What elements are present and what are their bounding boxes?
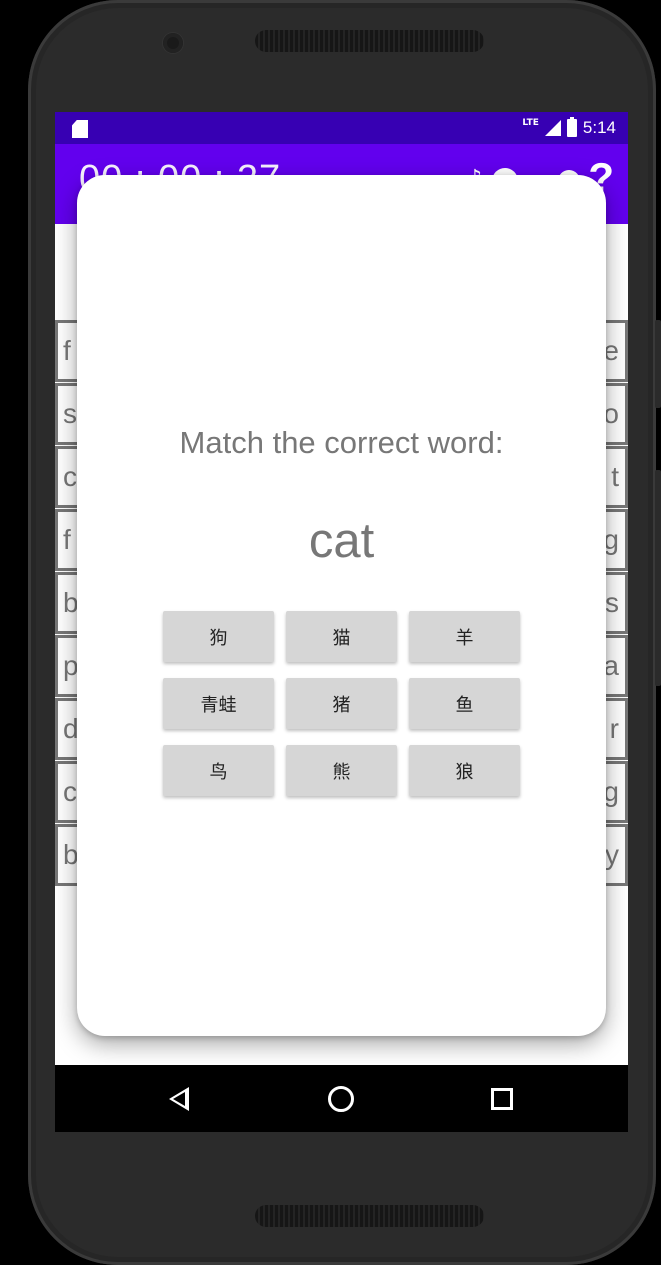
top-speaker <box>255 30 484 52</box>
option-button[interactable]: 青蛙 <box>163 678 274 729</box>
option-button[interactable]: 鸟 <box>163 745 274 796</box>
status-bar: LTE 5:14 <box>55 112 628 144</box>
word-left: c <box>63 776 77 807</box>
option-button[interactable]: 羊 <box>409 611 520 662</box>
navigation-bar <box>55 1065 628 1132</box>
word-left: s <box>63 398 77 429</box>
word-left: f <box>63 335 71 366</box>
bottom-speaker <box>255 1205 484 1227</box>
recent-apps-icon[interactable] <box>491 1088 513 1110</box>
option-button[interactable]: 狗 <box>163 611 274 662</box>
option-button[interactable]: 猫 <box>286 611 397 662</box>
word-right: t <box>611 461 619 492</box>
battery-charging-icon <box>566 117 577 137</box>
word-right: y <box>605 839 619 870</box>
power-button <box>655 470 661 686</box>
camera-icon <box>163 33 183 53</box>
word-right: r <box>609 713 619 744</box>
target-word: cat <box>308 514 375 568</box>
network-type: LTE <box>522 118 539 128</box>
sd-card-icon <box>72 120 88 138</box>
option-button[interactable]: 鱼 <box>409 678 520 729</box>
option-button[interactable]: 熊 <box>286 745 397 796</box>
screen: LTE 5:14 00 : 00 : 27 ♪ ? f e s o c t f … <box>55 112 628 1132</box>
signal-icon <box>544 120 561 136</box>
option-button[interactable]: 猪 <box>286 678 397 729</box>
answer-options: 狗 猫 羊 青蛙 猪 鱼 鸟 熊 狼 <box>163 611 520 796</box>
match-dialog: Match the correct word: cat 狗 猫 羊 青蛙 猪 鱼… <box>77 175 606 1036</box>
status-time: 5:14 <box>582 118 616 137</box>
volume-button <box>655 320 661 408</box>
home-icon[interactable] <box>328 1086 354 1112</box>
dialog-prompt: Match the correct word: <box>179 425 504 460</box>
back-icon[interactable] <box>169 1087 189 1111</box>
word-right: s <box>605 587 619 618</box>
word-left: f <box>63 524 71 555</box>
word-left: c <box>63 461 77 492</box>
option-button[interactable]: 狼 <box>409 745 520 796</box>
